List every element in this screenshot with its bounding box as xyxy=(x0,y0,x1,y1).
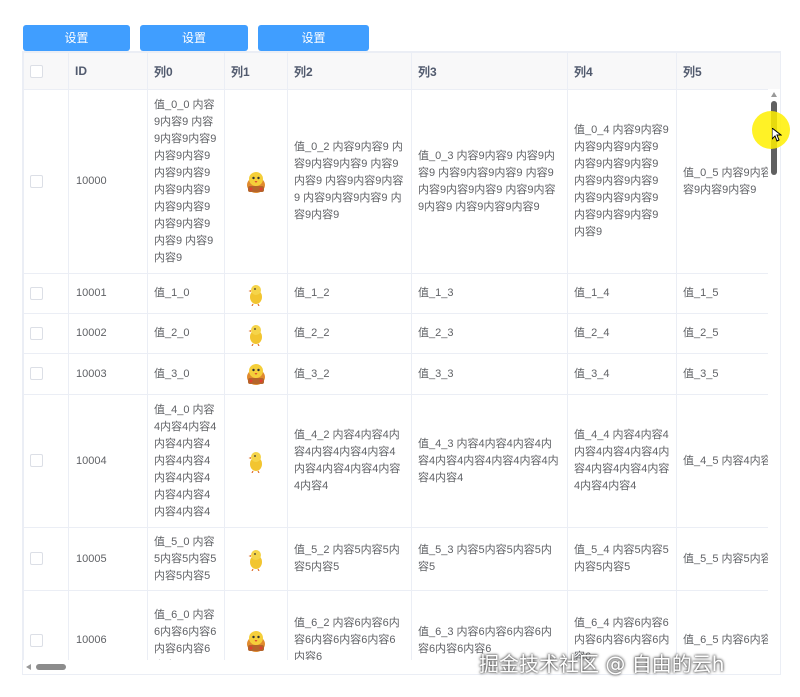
row-checkbox[interactable] xyxy=(30,326,43,340)
cell-col1 xyxy=(224,527,288,591)
row-checkbox[interactable] xyxy=(30,454,43,468)
table-header-row: ID 列0 列1 列2 列3 列4 列5 xyxy=(23,52,780,90)
cell-col2: 值_4_2 内容4内容4内容4内容4内容4内容4内容4内容4内容4内容4内容4 xyxy=(287,394,412,528)
cell-col3: 值_4_3 内容4内容4内容4内容4内容4内容4内容4内容4内容4内容4 xyxy=(411,394,568,528)
cell-col1 xyxy=(224,394,288,528)
cell-col0: 值_5_0 内容5内容5内容5内容5内容5 xyxy=(147,527,225,591)
cell-col0: 值_0_0 内容9内容9 内容9内容9内容9 内容9内容9内容9内容9内容9内容… xyxy=(147,89,225,274)
set-row-10004-500px-button[interactable]: 设置10004=500px xyxy=(23,25,130,71)
chick-icon xyxy=(248,452,262,473)
chick-basket-icon xyxy=(247,630,265,652)
cell-col4: 值_3_4 xyxy=(567,353,677,395)
cell-col3: 值_2_3 xyxy=(411,313,568,354)
mouse-pointer-icon xyxy=(772,128,782,142)
cell-col0: 值_3_0 xyxy=(147,353,225,395)
cell-col3: 值_0_3 内容9内容9 内容9内容9 内容9内容9内容9 内容9内容9内容9内… xyxy=(411,89,568,274)
cell-col5: 值_3_5 xyxy=(676,353,780,395)
cell-col2: 值_2_2 xyxy=(287,313,412,354)
row-id: 10002 xyxy=(68,313,148,354)
data-table: ID 列0 列1 列2 列3 列4 列5 10000 值_0_0 内容9内容9 … xyxy=(22,51,781,675)
column-header-col4[interactable]: 列4 xyxy=(567,52,677,90)
cell-col1 xyxy=(224,273,288,314)
scroll-up-arrow-icon[interactable] xyxy=(771,92,777,97)
chick-icon xyxy=(248,284,262,306)
cell-col5: 值_4_5 内容4内容4内容4内容4 xyxy=(676,394,780,528)
table-row: 10004 值_4_0 内容4内容4内容4内容4内容4内容4内容4内容4内容4内… xyxy=(23,394,780,528)
cell-col3: 值_1_3 xyxy=(411,273,568,314)
cell-col5: 值_2_5 xyxy=(676,313,780,354)
set-row-10095-300px-button[interactable]: 设置10095=300px xyxy=(258,25,369,71)
table-row: 10005 值_5_0 内容5内容5内容5内容5内容5 值_5_2 内容5内容5… xyxy=(23,527,780,591)
cell-col4: 值_2_4 xyxy=(567,313,677,354)
cell-col2: 值_5_2 内容5内容5内容5内容5 xyxy=(287,527,412,591)
cell-col5: 值_1_5 xyxy=(676,273,780,314)
column-header-id[interactable]: ID xyxy=(68,52,148,90)
cell-col1 xyxy=(224,313,288,354)
column-header-col3[interactable]: 列3 xyxy=(411,52,568,90)
set-row-10004-400px-button[interactable]: 设置10004=400px xyxy=(140,25,248,71)
cell-col3: 值_5_3 内容5内容5内容5内容5 xyxy=(411,527,568,591)
cell-col4: 值_5_4 内容5内容5内容5内容5 xyxy=(567,527,677,591)
column-header-col0[interactable]: 列0 xyxy=(147,52,225,90)
cell-col1 xyxy=(224,353,288,395)
cell-col4: 值_4_4 内容4内容4内容4内容4内容4内容4内容4内容4内容4内容4内容4 xyxy=(567,394,677,528)
chick-basket-icon xyxy=(247,364,265,385)
cell-col2: 值_3_2 xyxy=(287,353,412,395)
cell-col1 xyxy=(224,89,288,274)
vertical-scrollbar[interactable] xyxy=(768,89,780,660)
row-id: 10003 xyxy=(68,353,148,395)
cell-col0: 值_1_0 xyxy=(147,273,225,314)
row-checkbox[interactable] xyxy=(30,633,43,647)
row-checkbox[interactable] xyxy=(30,367,43,381)
cell-col2: 值_0_2 内容9内容9 内容9内容9内容9 内容9内容9 内容9内容9内容9 … xyxy=(287,89,412,274)
table-row: 10003 值_3_0 值_3_2 值_3_3 值_3_4 值_3_5 xyxy=(23,353,780,395)
cell-col5: 值_5_5 内容5内容5 xyxy=(676,527,780,591)
toolbar: 设置10004=500px 设置10004=400px 设置10095=300p… xyxy=(23,25,369,71)
cell-col3: 值_3_3 xyxy=(411,353,568,395)
row-id: 10000 xyxy=(68,89,148,274)
row-id: 10005 xyxy=(68,527,148,591)
row-checkbox[interactable] xyxy=(30,286,43,300)
column-header-col2[interactable]: 列2 xyxy=(287,52,412,90)
column-header-col1[interactable]: 列1 xyxy=(224,52,288,90)
cell-col4: 值_0_4 内容9内容9 内容9内容9内容9 内容9内容9内容9 内容9内容9内… xyxy=(567,89,677,274)
select-all-header xyxy=(23,52,69,90)
scroll-left-arrow-icon[interactable] xyxy=(26,664,31,670)
horizontal-scroll-thumb[interactable] xyxy=(36,664,66,670)
chick-icon xyxy=(248,324,262,346)
table-row: 10001 值_1_0 值_1_2 值_1_3 值_1_4 值_1_5 xyxy=(23,273,780,314)
cell-col4: 值_1_4 xyxy=(567,273,677,314)
table-row: 10000 值_0_0 内容9内容9 内容9内容9内容9 内容9内容9内容9内容… xyxy=(23,89,780,274)
column-header-col5[interactable]: 列5 xyxy=(676,52,780,90)
cursor-highlight xyxy=(752,111,790,149)
cell-col0: 值_4_0 内容4内容4内容4内容4内容4内容4内容4内容4内容4内容4内容4内… xyxy=(147,394,225,528)
cell-col0: 值_2_0 xyxy=(147,313,225,354)
table-row: 10002 值_2_0 值_2_2 值_2_3 值_2_4 值_2_5 xyxy=(23,313,780,354)
row-checkbox[interactable] xyxy=(30,174,43,188)
chick-basket-icon xyxy=(247,171,265,193)
chick-icon xyxy=(248,550,262,571)
row-checkbox[interactable] xyxy=(30,552,43,566)
select-all-checkbox[interactable] xyxy=(30,65,43,79)
row-id: 10004 xyxy=(68,394,148,528)
cell-col2: 值_1_2 xyxy=(287,273,412,314)
watermark: 掘金技术社区 @ 自由的云h xyxy=(479,652,725,676)
row-id: 10001 xyxy=(68,273,148,314)
table-grid: ID 列0 列1 列2 列3 列4 列5 10000 值_0_0 内容9内容9 … xyxy=(23,52,780,674)
